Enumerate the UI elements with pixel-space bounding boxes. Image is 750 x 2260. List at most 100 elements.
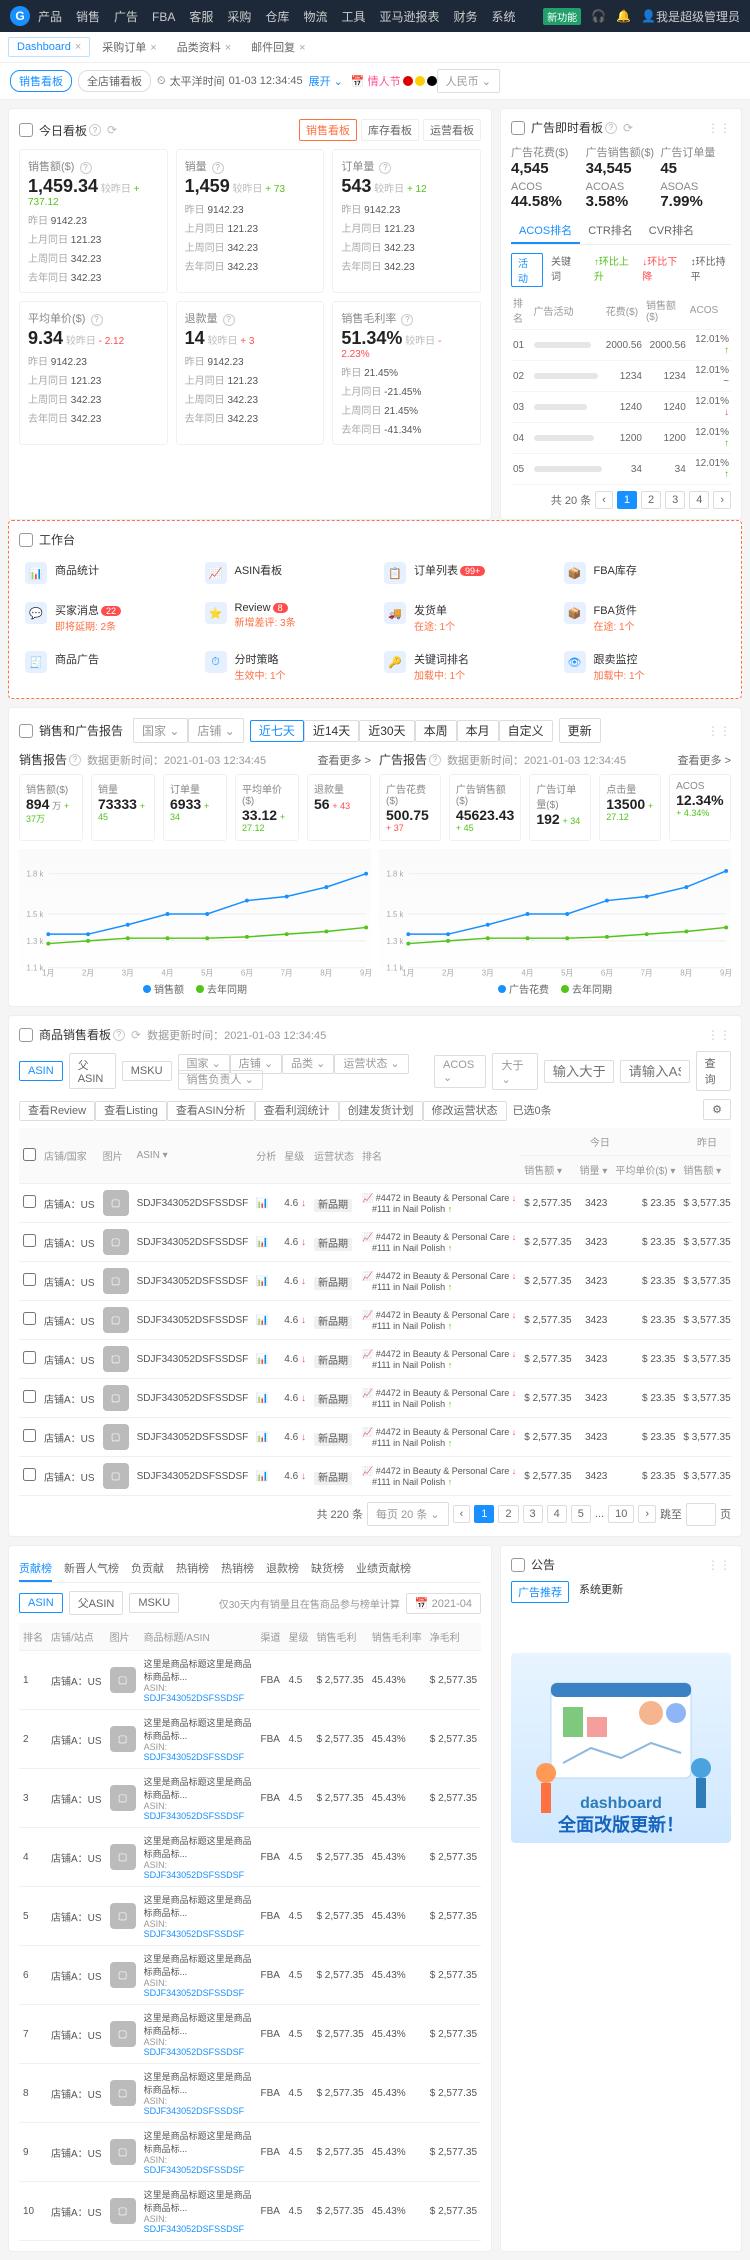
currency-select[interactable]: 人民币 ⌄ (437, 69, 500, 93)
pg-4[interactable]: 4 (547, 1505, 567, 1523)
contrib-tab[interactable]: 热销榜 (176, 1556, 209, 1582)
table-row[interactable]: 店铺A：US▢SDJF343052DSFSSDSF📊4.6 ↓新品期📈 #447… (19, 1262, 731, 1301)
filter-select[interactable]: 销售负责人 ⌄ (178, 1070, 263, 1090)
contrib-tab[interactable]: 贡献榜 (19, 1556, 52, 1582)
contrib-tab[interactable]: 退款榜 (266, 1556, 299, 1582)
query-button[interactable]: 查询 (696, 1051, 731, 1091)
workbench-item[interactable]: 🧾商品广告 (19, 645, 193, 688)
refresh-icon[interactable]: ⟳ (131, 1028, 141, 1042)
table-row[interactable]: 店铺A：US▢SDJF343052DSFSSDSF📊4.6 ↓新品期📈 #447… (19, 1379, 731, 1418)
contrib-tab[interactable]: 热销榜 (221, 1556, 254, 1582)
action-button[interactable]: 查看利润统计 (255, 1101, 339, 1121)
user-menu[interactable]: 👤 我是超级管理员 (641, 8, 740, 25)
chart-icon[interactable]: 📊 (256, 1198, 268, 1209)
action-button[interactable]: 查看ASIN分析 (167, 1101, 255, 1121)
row-check[interactable] (23, 1312, 36, 1325)
row-check[interactable] (23, 1429, 36, 1442)
close-icon[interactable]: × (75, 41, 81, 53)
contrib-tab[interactable]: 新晋人气榜 (64, 1556, 119, 1582)
workbench-item[interactable]: 📋订单列表99+ (378, 556, 552, 590)
th-today-sales[interactable]: 销售额 ▾ (520, 1156, 575, 1184)
table-row[interactable]: 店铺A：US▢SDJF343052DSFSSDSF📊4.6 ↓新品期📈 #447… (19, 1301, 731, 1340)
table-row[interactable]: 2店铺A：US▢这里是商品标题这里是商品标商品标...ASIN: SDJF343… (19, 1710, 481, 1769)
drag-icon[interactable]: ⋮⋮ (707, 1028, 731, 1042)
contrib-tab[interactable]: 业绩贡献榜 (356, 1556, 411, 1582)
page-size-select[interactable]: 每页 20 条 ⌄ (367, 1502, 449, 1526)
more-link[interactable]: 查看更多 > (318, 752, 371, 768)
update-button[interactable]: 更新 (559, 718, 601, 743)
pg-3[interactable]: 3 (523, 1505, 543, 1523)
th-today-qty[interactable]: 销量 ▾ (576, 1156, 612, 1184)
chart-icon[interactable]: 📊 (256, 1393, 268, 1404)
select-all[interactable] (23, 1148, 36, 1161)
refresh-icon[interactable]: ⟳ (107, 123, 117, 137)
new-feature-badge[interactable]: 新功能 (543, 8, 581, 25)
table-row[interactable]: 5店铺A：US▢这里是商品标题这里是商品标商品标...ASIN: SDJF343… (19, 1887, 481, 1946)
table-row[interactable]: 3店铺A：US▢这里是商品标题这里是商品标商品标...ASIN: SDJF343… (19, 1769, 481, 1828)
more-link[interactable]: 查看更多 > (678, 752, 731, 768)
drag-icon[interactable]: ⋮⋮ (707, 121, 731, 135)
headset-icon[interactable]: 🎧 (591, 9, 606, 23)
page-tab[interactable]: Dashboard× (8, 37, 90, 57)
nav-item[interactable]: FBA (152, 10, 175, 24)
nav-item[interactable]: 仓库 (265, 10, 289, 24)
close-icon[interactable]: × (150, 42, 156, 54)
contrib-tab[interactable]: 负贡献 (131, 1556, 164, 1582)
workbench-item[interactable]: ⭐Review8新增差评: 3条 (199, 596, 373, 639)
chart-icon[interactable]: 📊 (256, 1315, 268, 1326)
today-seg-0[interactable]: 销售看板 (299, 119, 357, 141)
nav-item[interactable]: 产品 (38, 10, 62, 24)
tab-asin[interactable]: ASIN (19, 1593, 63, 1613)
acos-select[interactable]: ACOS ⌄ (434, 1055, 486, 1088)
table-row[interactable]: 4店铺A：US▢这里是商品标题这里是商品标商品标...ASIN: SDJF343… (19, 1828, 481, 1887)
row-check[interactable] (23, 1273, 36, 1286)
month-picker[interactable]: 📅 2021-04 (406, 1593, 481, 1614)
row-check[interactable] (23, 1234, 36, 1247)
tab-parent-asin[interactable]: 父ASIN (69, 1591, 124, 1615)
promo-banner[interactable]: dashboard 全面改版更新！ (511, 1653, 731, 1843)
range-btn[interactable]: 近七天 (250, 720, 304, 742)
chart-icon[interactable]: 📊 (256, 1471, 268, 1482)
ad-tab-ctr[interactable]: CTR排名 (580, 218, 641, 244)
tab-parent-asin[interactable]: 父ASIN (69, 1053, 116, 1089)
ad-tab-cvr[interactable]: CVR排名 (641, 218, 702, 244)
chart-icon[interactable]: 📊 (256, 1276, 268, 1287)
th-star[interactable]: 星级 (280, 1128, 310, 1184)
table-row[interactable]: 店铺A：US▢SDJF343052DSFSSDSF📊4.6 ↓新品期📈 #447… (19, 1340, 731, 1379)
th-yest-sales[interactable]: 销售额 ▾ (679, 1156, 731, 1184)
help-icon[interactable]: ? (429, 754, 441, 766)
range-btn[interactable]: 本月 (457, 720, 499, 742)
nav-item[interactable]: 物流 (303, 10, 327, 24)
th-asin[interactable]: ASIN ▾ (133, 1128, 253, 1184)
tab-asin[interactable]: ASIN (19, 1061, 63, 1081)
chart-icon[interactable]: 📊 (256, 1237, 268, 1248)
country-select[interactable]: 国家 ⌄ (133, 718, 188, 743)
workbench-item[interactable]: ⏱分时策略生效中: 1个 (199, 645, 373, 688)
bell-icon[interactable]: 🔔 (616, 9, 631, 23)
workbench-item[interactable]: 🚚发货单在途: 1个 (378, 596, 552, 639)
nav-item[interactable]: 销售 (76, 10, 100, 24)
row-check[interactable] (23, 1390, 36, 1403)
logo[interactable]: G (10, 6, 30, 26)
chart-icon[interactable]: 📊 (256, 1432, 268, 1443)
table-row[interactable]: 店铺A：US▢SDJF343052DSFSSDSF📊4.6 ↓新品期📈 #447… (19, 1223, 731, 1262)
store-select[interactable]: 店铺 ⌄ (188, 718, 243, 743)
pg-1[interactable]: 1 (474, 1505, 494, 1523)
today-seg-1[interactable]: 库存看板 (361, 119, 419, 141)
tab-msku[interactable]: MSKU (122, 1061, 172, 1081)
workbench-item[interactable]: 📊商品统计 (19, 556, 193, 590)
nav-item[interactable]: 工具 (341, 10, 365, 24)
workbench-item[interactable]: 📦FBA库存 (558, 556, 732, 590)
action-button[interactable]: 查看Listing (95, 1101, 167, 1121)
table-row[interactable]: 10店铺A：US▢这里是商品标题这里是商品标商品标...ASIN: SDJF34… (19, 2182, 481, 2241)
action-button[interactable]: 创建发货计划 (339, 1101, 423, 1121)
table-row[interactable]: 店铺A：US▢SDJF343052DSFSSDSF📊4.6 ↓新品期📈 #447… (19, 1457, 731, 1496)
workbench-item[interactable]: 👁跟卖监控加载中: 1个 (558, 645, 732, 688)
refresh-icon[interactable]: ⟳ (623, 121, 633, 135)
today-seg-2[interactable]: 运营看板 (423, 119, 481, 141)
pg-prev[interactable]: ‹ (595, 491, 613, 509)
page-tab[interactable]: 采购订单× (94, 36, 164, 58)
goto-input[interactable] (686, 1503, 716, 1526)
drag-icon[interactable]: ⋮⋮ (707, 724, 731, 738)
table-row[interactable]: 1店铺A：US▢这里是商品标题这里是商品标商品标...ASIN: SDJF343… (19, 1651, 481, 1710)
